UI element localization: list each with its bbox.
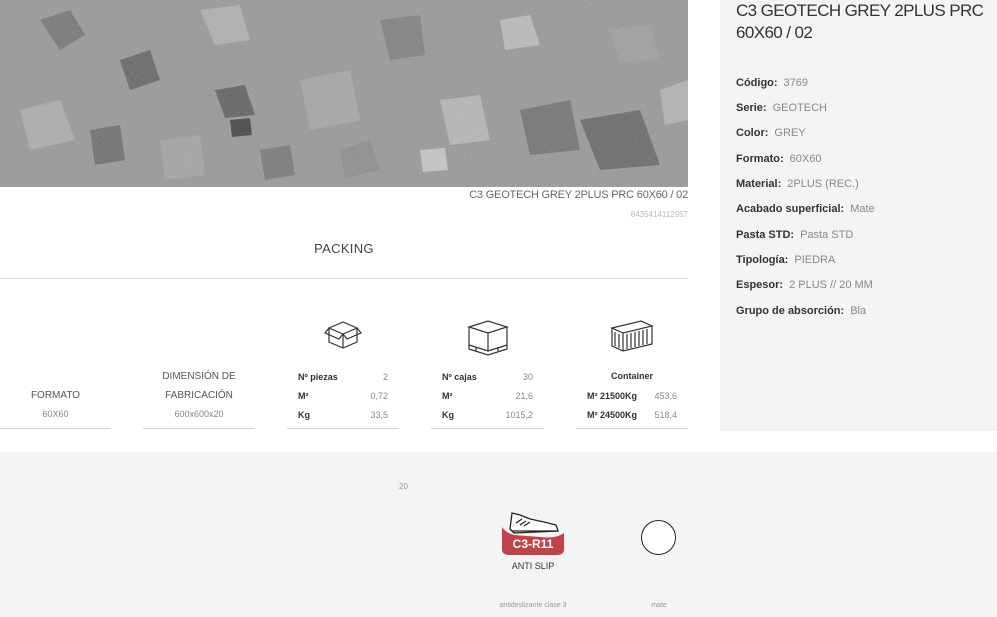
anti-slip-label: ANTI SLIP	[511, 561, 555, 571]
container-icon	[609, 318, 655, 359]
anti-slip-badge: C3-R11	[500, 507, 566, 562]
dimension-column: DIMENSIÓN DE FABRICACIÓN 600x600x20	[143, 310, 255, 429]
dimension-value: 600x600x20	[174, 409, 224, 419]
box-row-kg: Kg 33,5	[298, 410, 388, 420]
pallet-row-kg: Kg 1015,2	[442, 410, 533, 420]
spec-pasta: Pasta STD: Pasta STD	[736, 229, 854, 241]
spec-tipologia: Tipología: PIEDRA	[736, 254, 836, 266]
pallet-icon	[466, 318, 510, 361]
dimension-label-line1: DIMENSIÓN DE	[162, 371, 236, 382]
spec-acabado: Acabado superficial: Mate	[736, 203, 875, 215]
divider	[0, 278, 688, 279]
spec-codigo: Código: 3769	[736, 77, 809, 89]
shoe-icon	[509, 512, 559, 534]
box-icon	[323, 318, 363, 355]
image-caption: C3 GEOTECH GREY 2PLUS PRC 60X60 / 02	[469, 189, 688, 201]
formato-label: FORMATO	[30, 390, 81, 401]
dimension-label-line2: FABRICACIÓN	[165, 390, 233, 401]
pallet-row-m2: M² 21,6	[442, 391, 533, 401]
feature-number: 20	[399, 482, 408, 491]
features-band	[0, 452, 997, 617]
container-column: Container M² 21500Kg 453,6 M² 24500Kg 518,…	[576, 310, 688, 429]
box-row-m2: M² 0,72	[298, 391, 388, 401]
container-row-21500: M² 21500Kg 453,6	[587, 391, 677, 401]
spec-formato: Formato: 60X60	[736, 153, 822, 165]
container-title: Container	[610, 371, 653, 381]
spec-espesor: Espesor: 2 PLUS // 20 MM	[736, 279, 873, 291]
box-row-pieces: Nº piezas 2	[298, 372, 388, 382]
finish-description: mate	[651, 602, 667, 609]
finish-circle-icon	[641, 520, 676, 555]
spec-material: Material: 2PLUS (REC.)	[736, 178, 859, 190]
product-title: C3 GEOTECH GREY 2PLUS PRC 60X60 / 02	[736, 1, 984, 42]
box-column: Nº piezas 2 M² 0,72 Kg 33,5	[287, 310, 399, 429]
formato-column: FORMATO 60X60	[0, 310, 111, 429]
product-info-panel: C3 GEOTECH GREY 2PLUS PRC 60X60 / 02 Cód…	[720, 0, 997, 431]
formato-value: 60X60	[42, 409, 69, 419]
stone-texture-image	[0, 0, 688, 187]
spec-serie: Serie: GEOTECH	[736, 102, 827, 114]
spec-absorcion: Grupo de absorción: Bla	[736, 305, 867, 317]
product-image	[0, 0, 688, 187]
spec-color: Color: GREY	[736, 127, 806, 139]
anti-slip-badge-text: C3-R11	[513, 537, 554, 551]
packing-title: PACKING	[314, 241, 374, 256]
container-row-24500: M² 24500Kg 518,4	[587, 410, 677, 420]
pallet-row-boxes: Nº cajas 30	[442, 372, 533, 382]
pallet-column: Nº cajas 30 M² 21,6 Kg 1015,2	[431, 310, 544, 429]
ean-code: 8435414112957	[630, 210, 688, 219]
anti-slip-description: antideslizante clase 3	[499, 602, 567, 609]
